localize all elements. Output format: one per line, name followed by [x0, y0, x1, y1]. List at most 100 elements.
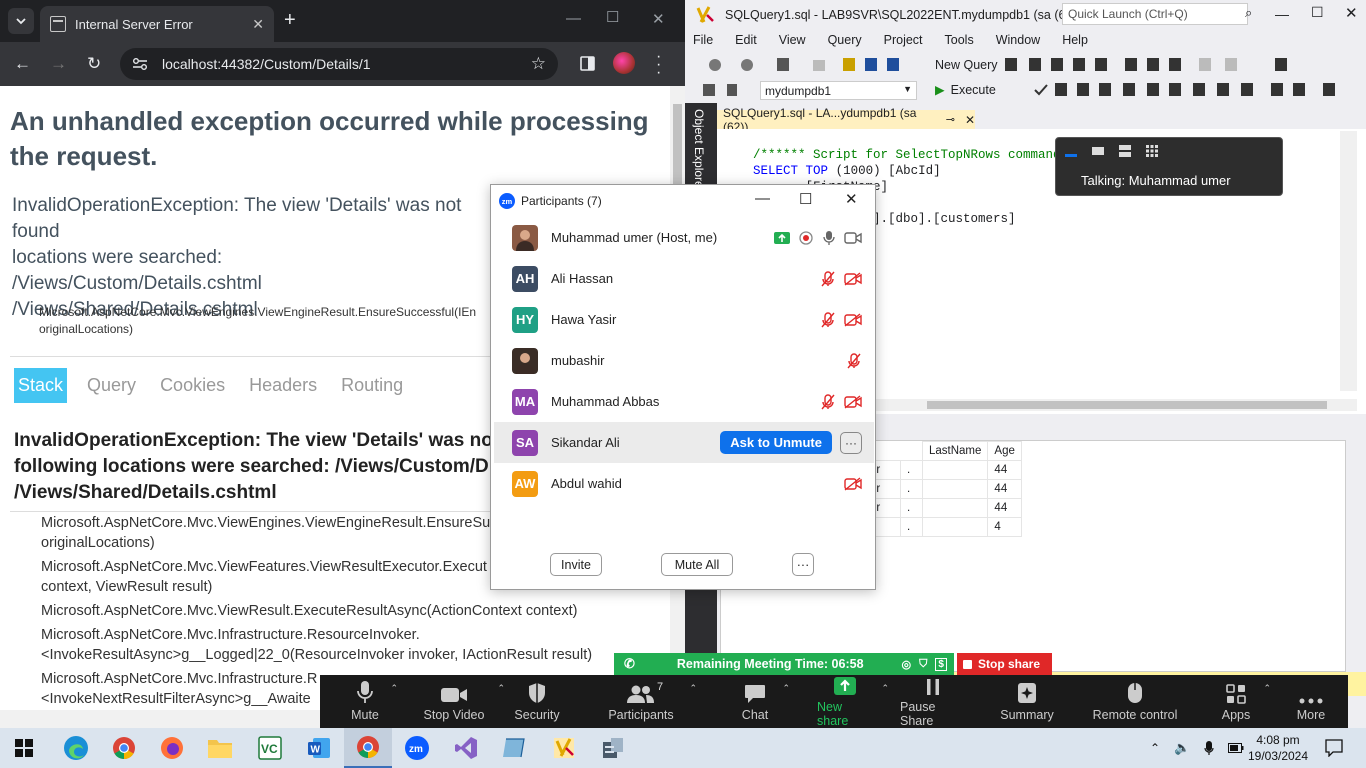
taskbar-word[interactable]: W [295, 728, 343, 768]
search-icon[interactable]: ⌕ [1245, 5, 1252, 21]
grid-cell[interactable]: 44 [987, 479, 1023, 499]
scroll-thumb[interactable] [927, 401, 1327, 409]
chevron-up-icon[interactable]: ⌃ [689, 683, 697, 694]
back-icon[interactable]: ← [14, 55, 31, 73]
taskbar-firefox[interactable] [148, 728, 196, 768]
results-grid[interactable]: LastNameAge er.44 er.44 er.44 .4 [863, 441, 1023, 537]
chevron-up-icon[interactable]: ⌃ [1263, 683, 1271, 694]
grid-header[interactable]: LastName [921, 441, 989, 461]
summary-button[interactable]: Summary [1000, 675, 1054, 728]
maximize-icon[interactable]: ☐ [1311, 4, 1324, 21]
chevron-up-icon[interactable]: ⌃ [782, 683, 790, 694]
editor-scrollbar[interactable] [1340, 131, 1357, 391]
close-window-icon[interactable]: ✕ [1345, 4, 1358, 22]
participants-button[interactable]: Participants 7 ⌃ [608, 675, 697, 728]
kebab-menu-icon[interactable]: · · · [656, 49, 661, 81]
profile-avatar[interactable] [613, 52, 635, 74]
more-button[interactable]: More [1296, 675, 1326, 728]
taskbar-azure-data-studio[interactable] [490, 728, 538, 768]
grid-cell[interactable]: . [900, 498, 923, 518]
browser-tab[interactable]: Internal Server Error ✕ [40, 6, 274, 42]
muted-microphone-icon[interactable] [820, 393, 836, 410]
ask-to-unmute-button[interactable]: Ask to Unmute [720, 431, 832, 454]
participant-row[interactable]: mubashir [494, 340, 874, 381]
remote-control-button[interactable]: Remote control [1092, 675, 1178, 728]
video-off-icon[interactable] [844, 312, 862, 327]
side-panel-icon[interactable] [580, 56, 595, 71]
stop-share-button[interactable]: Stop share [957, 653, 1052, 675]
tab-stack[interactable]: Stack [14, 368, 68, 403]
forward-icon[interactable]: → [50, 55, 67, 73]
stack-frame[interactable]: Microsoft.AspNetCore.Mvc.Infrastructure.… [41, 625, 641, 665]
grid-cell[interactable]: 44 [987, 460, 1023, 480]
tab-headers[interactable]: Headers [245, 368, 321, 403]
menu-edit[interactable]: Edit [735, 33, 757, 47]
address-bar[interactable]: localhost:44382/Custom/Details/1 ☆ [120, 48, 558, 80]
bookmark-star-icon[interactable]: ☆ [531, 54, 546, 74]
query-doc-tab[interactable]: SQLQuery1.sql - LA...ydumpdb1 (sa (62)) ⊸… [717, 106, 975, 134]
mute-all-button[interactable]: Mute All [661, 553, 733, 576]
taskbar-file-explorer[interactable] [196, 728, 244, 768]
participant-row[interactable]: AW Abdul wahid [494, 463, 874, 504]
taskbar-chrome[interactable] [100, 728, 148, 768]
apps-button[interactable]: Apps ⌃ [1221, 675, 1271, 728]
video-camera-icon[interactable] [844, 231, 862, 245]
video-off-icon[interactable] [844, 476, 862, 491]
maximize-icon[interactable]: ☐ [799, 190, 812, 208]
chevron-up-icon[interactable]: ⌃ [497, 683, 505, 694]
grid-cell[interactable]: 4 [987, 517, 1023, 537]
zoom-floating-panel[interactable]: Talking: Muhammad umer [1055, 137, 1283, 196]
participant-more-button[interactable]: ··· [840, 431, 862, 454]
more-options-button[interactable]: ··· [792, 553, 814, 576]
chevron-up-icon[interactable]: ⌃ [881, 683, 889, 694]
menu-file[interactable]: File [693, 33, 713, 47]
chevron-up-icon[interactable]: ⌃ [390, 683, 398, 694]
execute-button[interactable]: ▶ Execute [935, 82, 996, 98]
muted-microphone-icon[interactable] [820, 270, 836, 287]
menu-project[interactable]: Project [884, 33, 923, 47]
taskbar-edge[interactable] [52, 728, 100, 768]
remaining-time-bar[interactable]: ✆ Remaining Meeting Time: 06:58 ◎ ⛉ $ [614, 653, 954, 675]
quick-launch-input[interactable]: Quick Launch (Ctrl+Q) [1062, 3, 1248, 25]
grid-cell[interactable]: . [900, 517, 923, 537]
new-tab-button[interactable]: + [284, 10, 296, 30]
site-info-icon[interactable] [132, 57, 148, 71]
participant-row[interactable]: AH Ali Hassan [494, 258, 874, 299]
menu-tools[interactable]: Tools [945, 33, 974, 47]
minimize-view-icon[interactable] [1064, 144, 1078, 158]
new-query-button[interactable]: New Query [935, 58, 998, 72]
taskbar-zoom[interactable]: zm [393, 728, 441, 768]
video-off-icon[interactable] [844, 394, 862, 409]
grid-cell[interactable]: . [900, 460, 923, 480]
chat-button[interactable]: Chat ⌃ [740, 675, 790, 728]
grid-header[interactable]: Age [987, 441, 1023, 461]
grid-cell[interactable]: 44 [987, 498, 1023, 518]
pin-icon[interactable]: ⊸ [946, 113, 955, 126]
microphone-tray-icon[interactable] [1204, 740, 1214, 756]
close-window-icon[interactable]: ✕ [652, 10, 665, 28]
start-button[interactable] [0, 728, 48, 768]
chevron-up-icon[interactable]: ⌃ [1150, 741, 1160, 755]
database-select[interactable]: mydumpdb1 ▼ [760, 81, 917, 100]
menu-window[interactable]: Window [996, 33, 1040, 47]
muted-microphone-icon[interactable] [820, 311, 836, 328]
clock[interactable]: 4:08 pm 19/03/2024 [1247, 728, 1309, 768]
battery-icon[interactable] [1228, 743, 1244, 753]
taskbar-sql-tool[interactable] [589, 728, 637, 768]
mute-button[interactable]: Mute ⌃ [348, 675, 398, 728]
tab-search-button[interactable] [8, 8, 34, 34]
close-icon[interactable]: ✕ [845, 190, 858, 208]
grid-cell[interactable]: . [900, 479, 923, 499]
taskbar-vscode-community[interactable]: VC [246, 728, 294, 768]
minimize-icon[interactable]: — [755, 190, 770, 207]
tab-routing[interactable]: Routing [337, 368, 407, 403]
taskbar-visual-studio[interactable] [442, 728, 490, 768]
menu-query[interactable]: Query [828, 33, 862, 47]
toolbar-icons[interactable] [685, 52, 1366, 78]
taskbar-chrome-active[interactable] [344, 728, 392, 768]
notification-button[interactable] [1325, 728, 1343, 768]
tab-cookies[interactable]: Cookies [156, 368, 229, 403]
menu-view[interactable]: View [779, 33, 806, 47]
muted-microphone-icon[interactable] [846, 352, 862, 369]
security-button[interactable]: Security [514, 675, 560, 728]
